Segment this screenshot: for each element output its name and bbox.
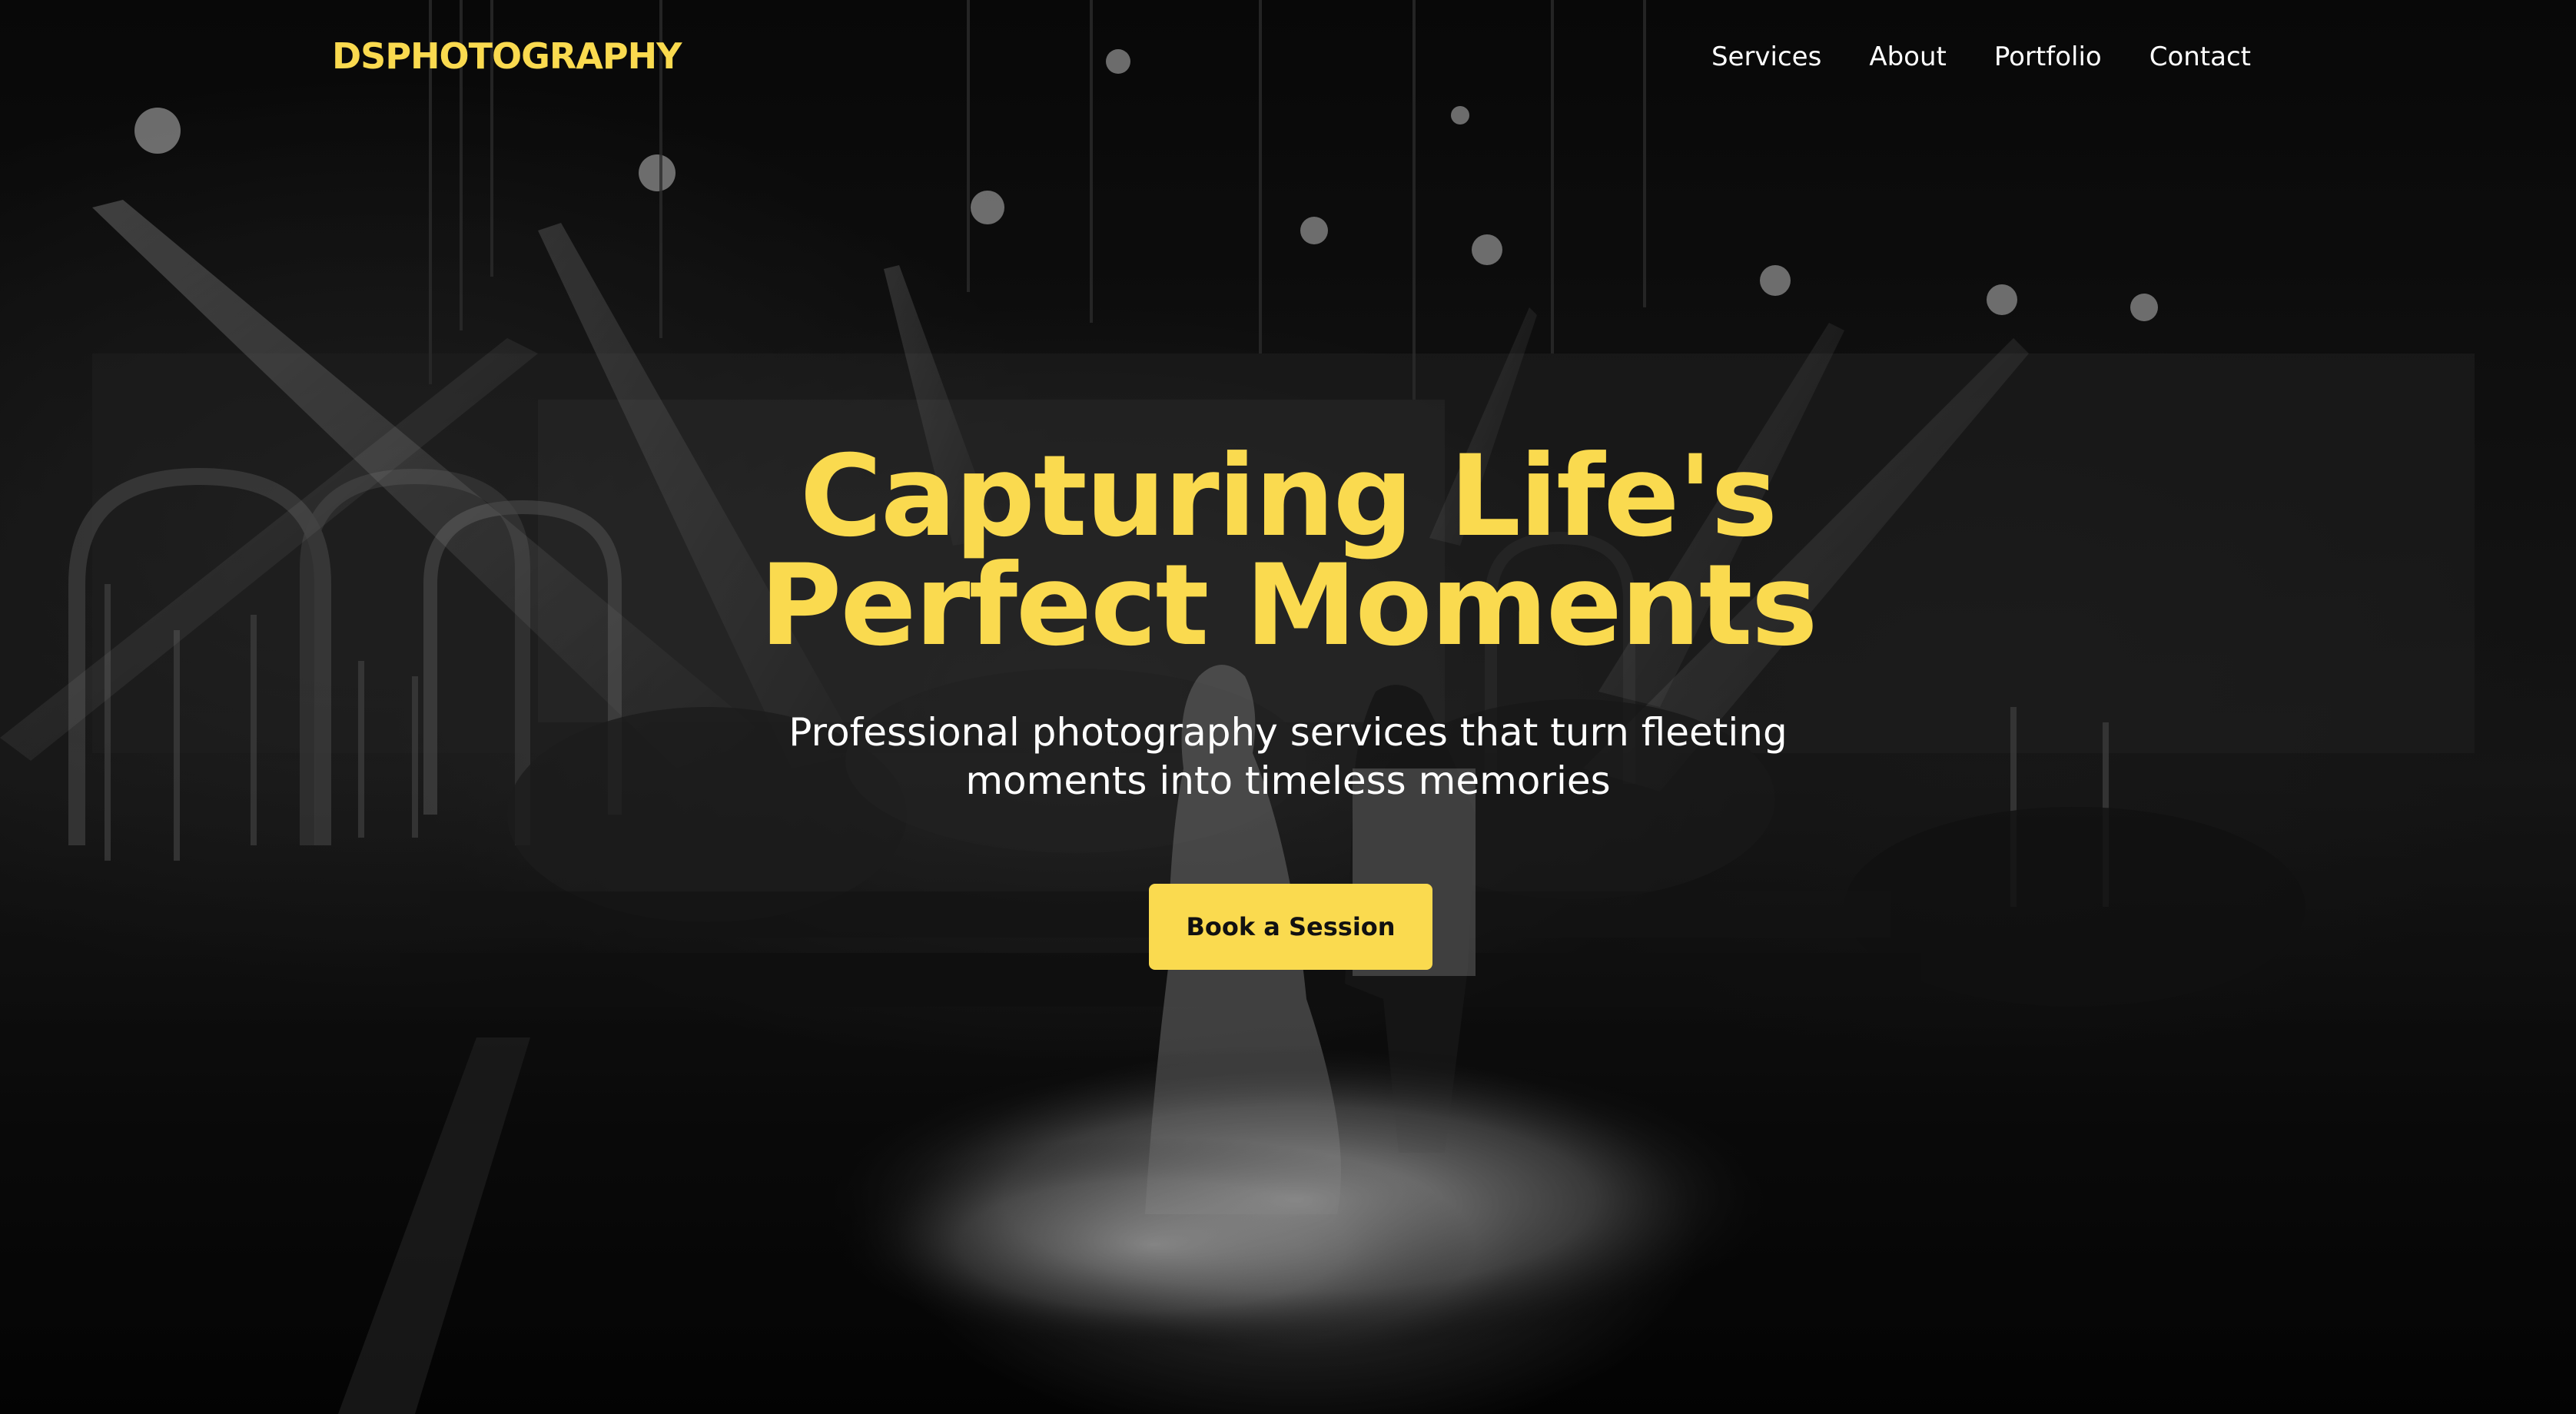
hero-subtitle: Professional photography services that t… <box>0 709 2576 805</box>
top-navigation: DSPHOTOGRAPHY Services About Portfolio C… <box>0 0 2576 115</box>
book-session-button[interactable]: Book a Session <box>1149 884 1432 970</box>
hero-headline: Capturing Life's Perfect Moments <box>0 431 2576 671</box>
hero-section: DSPHOTOGRAPHY Services About Portfolio C… <box>0 0 2576 1414</box>
nav-link-services[interactable]: Services <box>1711 41 1821 72</box>
hero-headline-line-1: Capturing Life's <box>799 431 1778 562</box>
hero-subtitle-line-2: moments into timeless memories <box>965 758 1611 803</box>
nav-link-portfolio[interactable]: Portfolio <box>1994 41 2102 72</box>
dark-overlay <box>0 0 2576 1414</box>
brand-logo[interactable]: DSPHOTOGRAPHY <box>332 35 682 77</box>
nav-link-about[interactable]: About <box>1869 41 1947 72</box>
hero-subtitle-line-1: Professional photography services that t… <box>788 710 1788 755</box>
hero-headline-line-2: Perfect Moments <box>759 540 1817 671</box>
nav-link-contact[interactable]: Contact <box>2149 41 2251 72</box>
nav-links: Services About Portfolio Contact <box>1711 41 2251 72</box>
